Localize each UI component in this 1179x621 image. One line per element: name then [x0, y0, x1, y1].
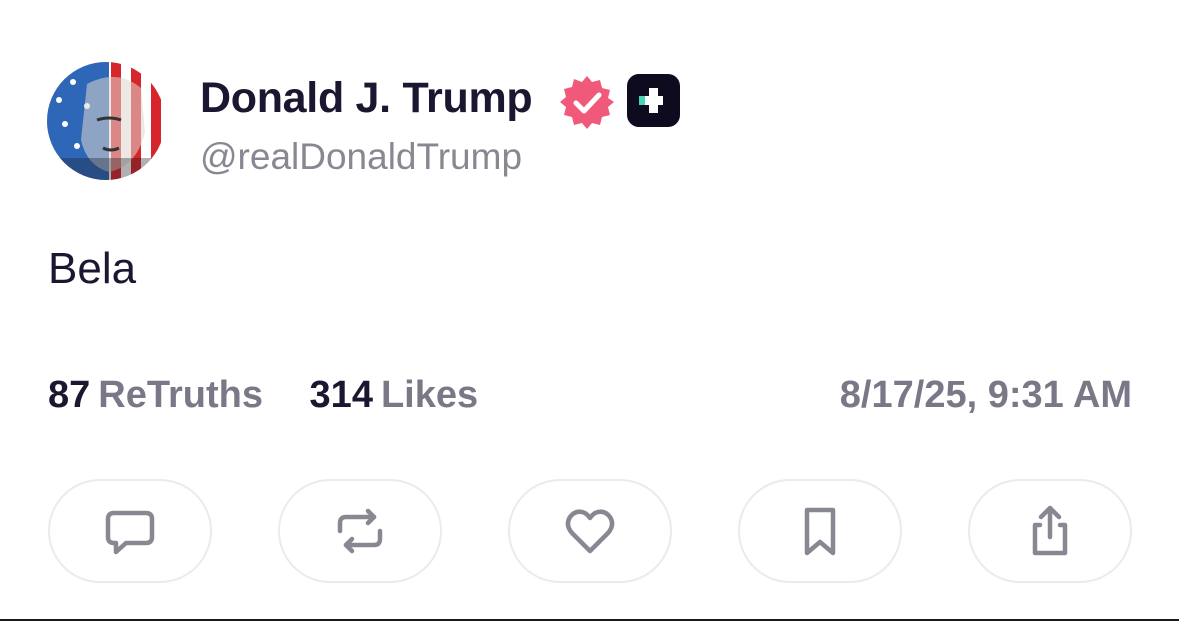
post-stats: 87 ReTruths 314 Likes	[48, 374, 514, 417]
likes-count: 314	[309, 374, 373, 416]
post-timestamp: 8/17/25, 9:31 AM	[839, 374, 1132, 416]
reply-button[interactable]	[48, 479, 212, 583]
comment-icon	[105, 510, 155, 555]
post-card: Donald J. Trump @realDonaldTrump Bela 87…	[0, 0, 1179, 621]
likes-stat[interactable]: 314 Likes	[310, 374, 479, 417]
verified-badge-icon	[559, 74, 615, 130]
bookmark-button[interactable]	[738, 479, 902, 583]
truth-plus-icon	[627, 74, 680, 127]
share-button[interactable]	[968, 479, 1132, 583]
heart-icon	[565, 509, 615, 554]
retruth-button[interactable]	[278, 479, 442, 583]
like-button[interactable]	[508, 479, 672, 583]
author-handle[interactable]: @realDonaldTrump	[200, 136, 522, 178]
post-text: Bela	[48, 244, 137, 293]
retruths-label: ReTruths	[98, 374, 263, 416]
author-display-name[interactable]: Donald J. Trump	[200, 74, 533, 123]
share-icon	[1032, 505, 1068, 556]
retruths-stat[interactable]: 87 ReTruths	[48, 374, 263, 417]
bookmark-icon	[804, 507, 836, 556]
retruths-count: 87	[48, 374, 91, 416]
avatar[interactable]	[47, 62, 165, 180]
repost-icon	[337, 508, 383, 554]
avatar-image	[47, 62, 165, 180]
likes-label: Likes	[380, 374, 479, 416]
